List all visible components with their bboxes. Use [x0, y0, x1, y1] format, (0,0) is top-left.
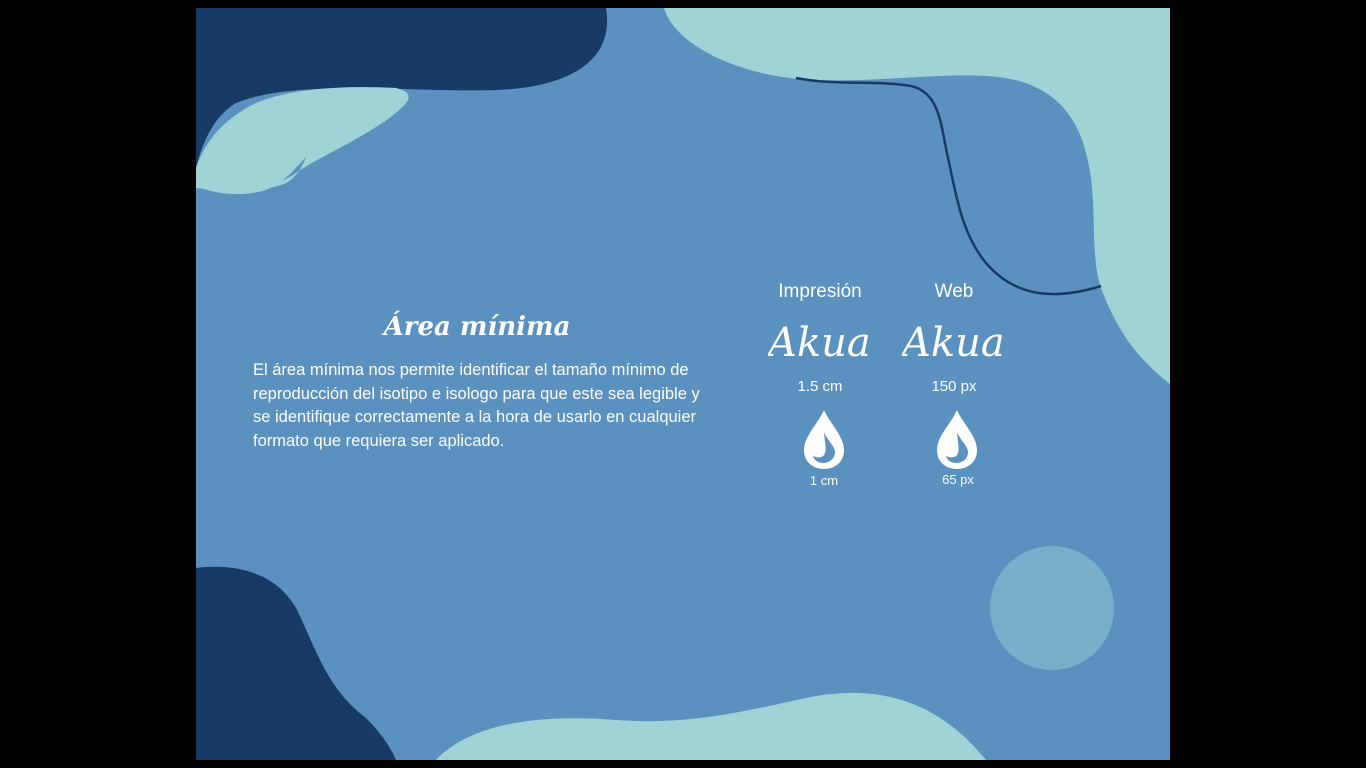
water-drop-icon [804, 410, 844, 469]
column-label-print: Impresión [778, 281, 862, 302]
description-text: El área mínima nos permite identificar e… [253, 361, 700, 450]
brand-slide: Área mínima El área mínima nos permite i… [196, 8, 1170, 760]
logo-size-print: 1.5 cm [797, 378, 843, 395]
icon-size-web: 65 px [942, 472, 974, 487]
column-label-web: Web [934, 281, 974, 302]
akua-logo-print: Akua [768, 320, 871, 364]
akua-logo-text: Akua [768, 320, 871, 364]
water-drop-icon [937, 410, 977, 469]
akua-logo-web: Akua [902, 320, 1005, 364]
logo-size-web: 150 px [931, 378, 977, 395]
decorative-circle [990, 546, 1114, 670]
akua-logo-text: Akua [902, 320, 1005, 364]
bottom-left-dark-blob [196, 566, 396, 760]
icon-size-print: 1 cm [809, 473, 839, 488]
page-title: Área mínima [383, 312, 571, 342]
decorative-curve-line [795, 76, 1102, 296]
bottom-light-blob [436, 692, 986, 760]
